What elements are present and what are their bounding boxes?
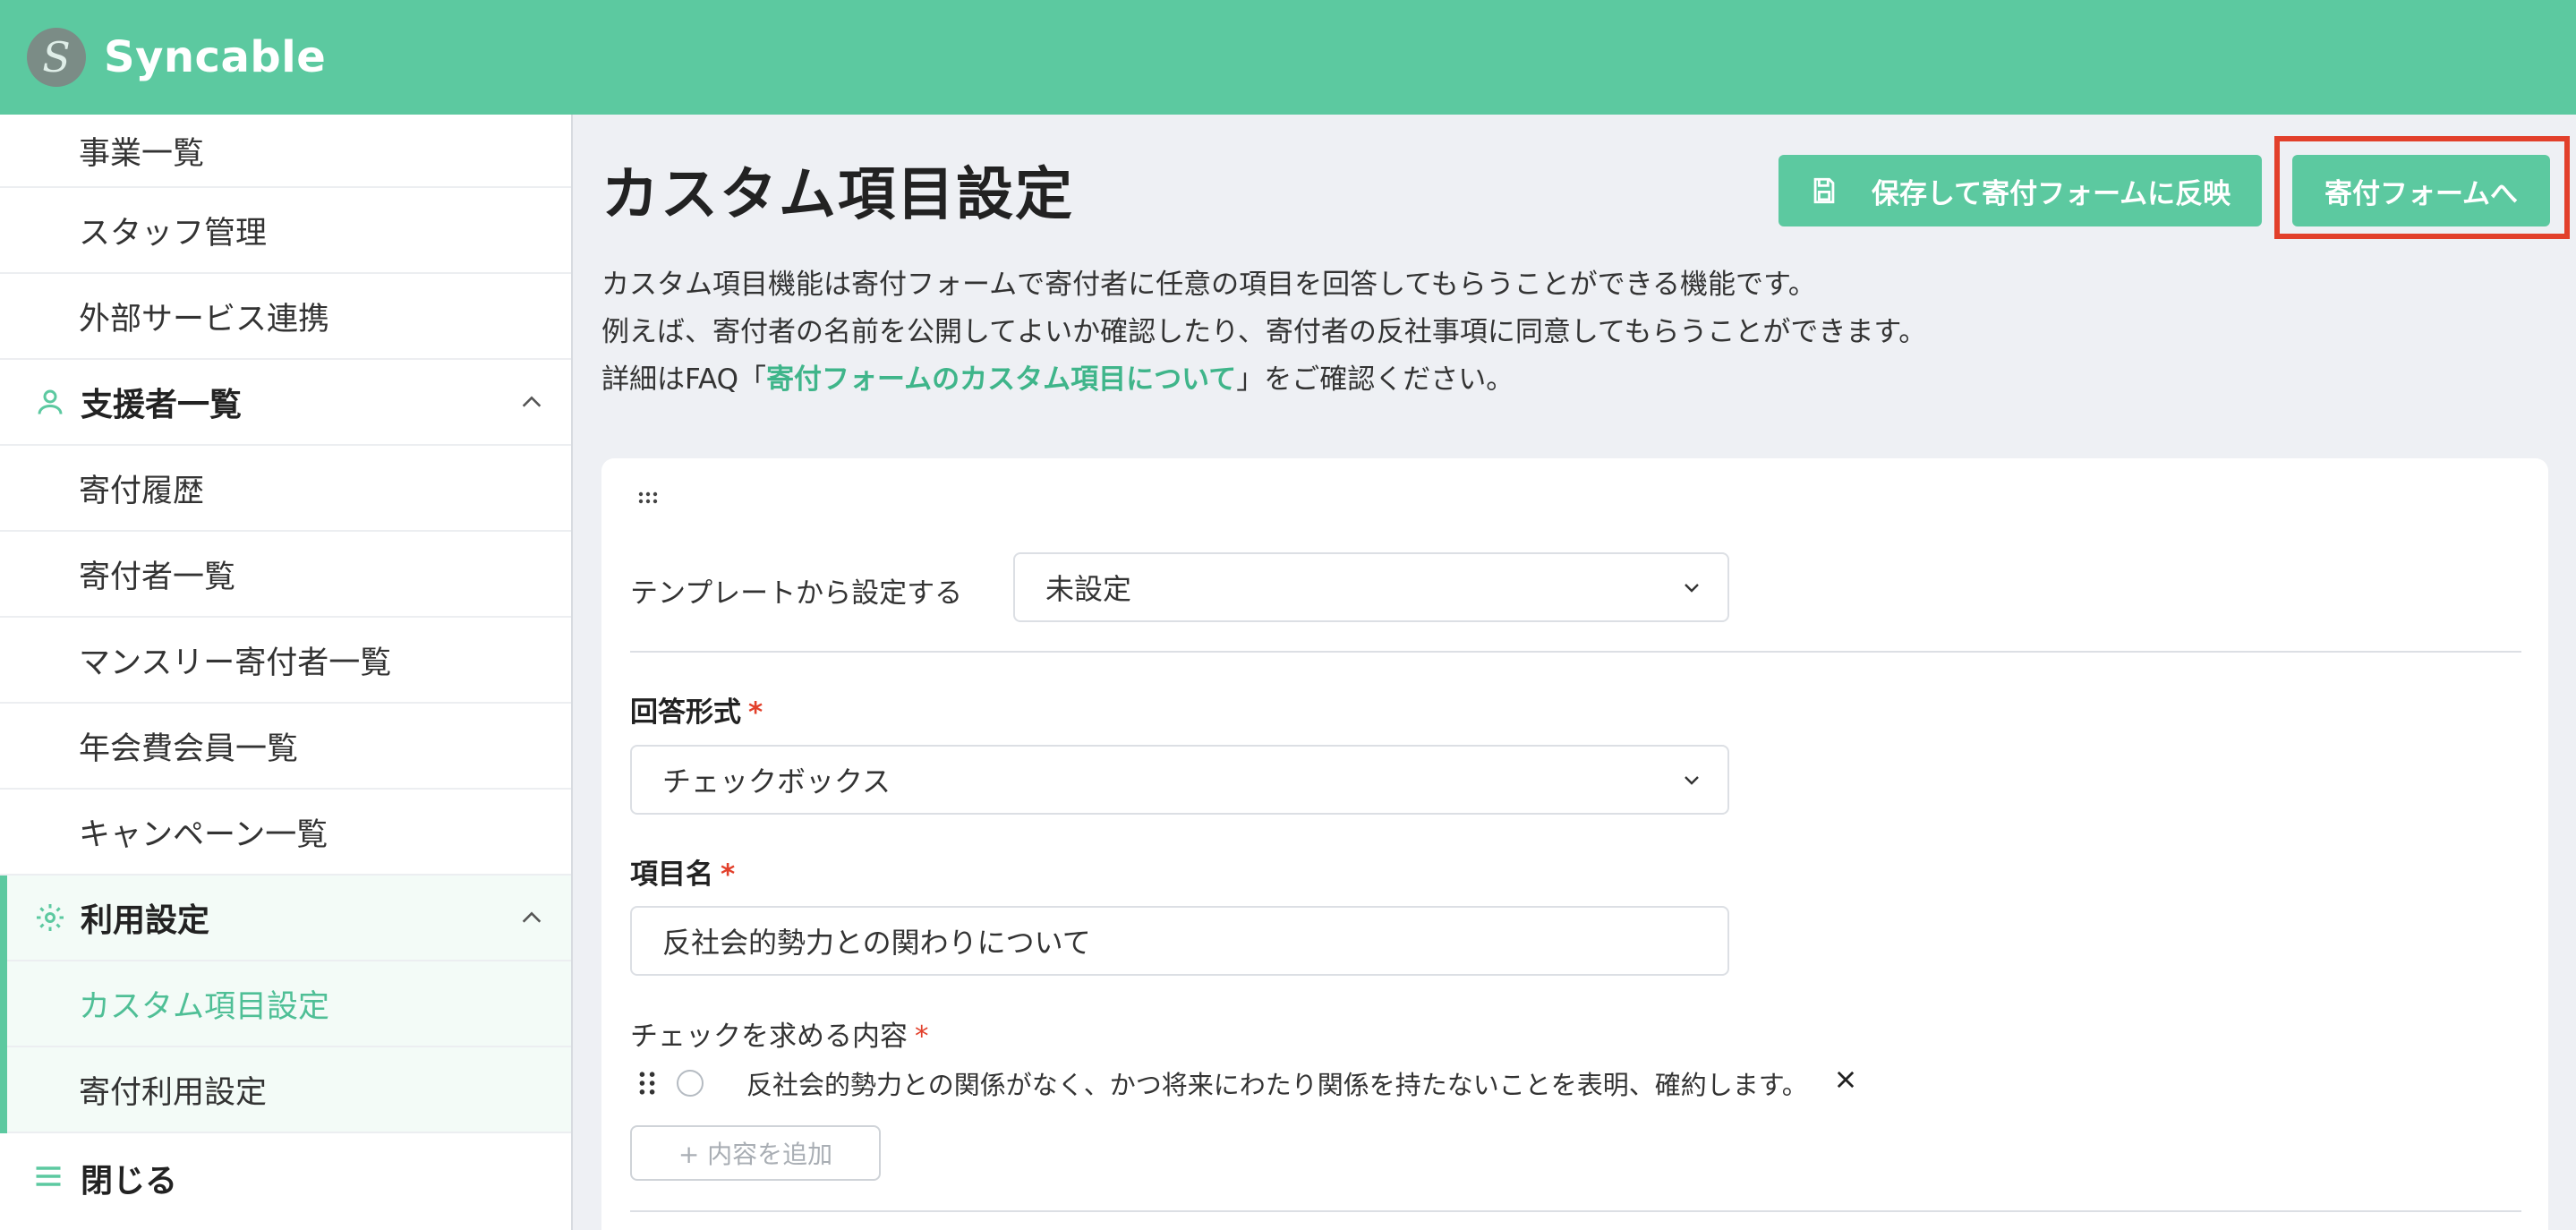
option-row: 反社会的勢力との関係がなく、かつ将来にわたり関係を持たないことを表明、確約します… [637,1065,1808,1101]
sidebar-close-label: 閉じる [81,1163,178,1200]
template-select-value: 未設定 [1045,572,1132,606]
person-icon [32,384,68,420]
sidebar-item-projects[interactable]: 事業一覧 [0,115,571,188]
drag-handle-icon[interactable] [637,1071,657,1096]
add-content-button[interactable]: + 内容を追加 [630,1125,881,1181]
sidebar-item-annual-members[interactable]: 年会費会員一覧 [0,704,571,790]
required-mark: * [748,696,763,729]
menu-icon [32,1160,68,1196]
item-name-label: 項目名 * [630,851,735,892]
divider [630,1210,2521,1212]
description-text: 詳細はFAQ「 [601,363,767,396]
required-mark: * [721,858,736,891]
drag-handle-icon[interactable] [637,491,659,505]
go-to-donation-form-button[interactable]: 寄付フォームへ [2292,155,2550,226]
faq-link[interactable]: 寄付フォームのカスタム項目について [766,363,1236,396]
sidebar-section-settings[interactable]: 利用設定 [7,876,571,961]
answer-type-label-text: 回答形式 [630,696,741,729]
sidebar-close-button[interactable]: 閉じる [0,1133,571,1223]
template-label: テンプレートから設定する [630,577,963,610]
item-name-input[interactable]: 反社会的勢力との関わりについて [630,906,1729,976]
chevron-up-icon[interactable] [519,389,544,414]
check-content-label: チェックを求める内容 * [630,1013,929,1054]
check-content-label-text: チェックを求める内容 [630,1021,908,1053]
save-and-apply-button[interactable]: 保存して寄付フォームに反映 [1778,155,2262,226]
sidebar-item-monthly-donors[interactable]: マンスリー寄付者一覧 [0,618,571,704]
answer-type-label: 回答形式 * [630,689,763,730]
logo-icon: S [27,28,86,87]
sidebar-section-label: 支援者一覧 [81,387,243,423]
description-text: 」をご確認ください。 [1236,363,1514,396]
chevron-down-icon [1685,584,1699,593]
description: カスタム項目機能は寄付フォームで寄付者に任意の項目を回答してもらうことができる機… [601,261,1926,404]
description-line: カスタム項目機能は寄付フォームで寄付者に任意の項目を回答してもらうことができる機… [601,269,1816,301]
answer-type-select-value: チェックボックス [662,764,891,799]
sidebar-item-campaigns[interactable]: キャンペーン一覧 [0,790,571,876]
sidebar-item-donation-history[interactable]: 寄付履歴 [0,446,571,532]
sidebar-settings-group: 利用設定 カスタム項目設定 寄付利用設定 [0,876,571,1133]
description-line: 例えば、寄付者の名前を公開してよいか確認したり、寄付者の反社事項に同意してもらう… [601,316,1927,348]
sidebar-item-donors[interactable]: 寄付者一覧 [0,532,571,618]
close-icon[interactable] [1833,1067,1858,1092]
answer-type-select[interactable]: チェックボックス [630,745,1729,815]
radio-icon [677,1070,704,1097]
page-title: カスタム項目設定 [601,162,1074,228]
item-name-label-text: 項目名 [630,858,713,891]
chevron-up-icon[interactable] [519,905,544,930]
item-name-value: 反社会的勢力との関わりについて [662,926,1091,960]
option-text[interactable]: 反社会的勢力との関係がなく、かつ将来にわたり関係を持たないことを表明、確約します… [746,1064,1808,1102]
brand-name[interactable]: Syncable [104,32,326,82]
sidebar-section-supporters[interactable]: 支援者一覧 [0,360,571,446]
required-mark: * [915,1021,929,1053]
sidebar-section-label: 利用設定 [81,902,210,939]
divider [630,651,2521,653]
save-icon [1813,177,1835,204]
template-select[interactable]: 未設定 [1013,552,1729,622]
sidebar-item-custom-fields[interactable]: カスタム項目設定 [7,961,571,1047]
description-line: 詳細はFAQ「寄付フォームのカスタム項目について」をご確認ください。 [601,356,1926,404]
top-header: S Syncable [0,0,2576,115]
sidebar-item-donation-settings[interactable]: 寄付利用設定 [7,1047,571,1133]
sidebar-item-integrations[interactable]: 外部サービス連携 [0,274,571,360]
sidebar-item-staff[interactable]: スタッフ管理 [0,188,571,274]
sidebar: 事業一覧 スタッフ管理 外部サービス連携 支援者一覧 寄付履歴 寄付者一覧 マン… [0,115,573,1230]
gear-icon [32,900,68,935]
save-button-label: 保存して寄付フォームに反映 [1872,177,2231,210]
chevron-down-icon [1685,776,1699,785]
